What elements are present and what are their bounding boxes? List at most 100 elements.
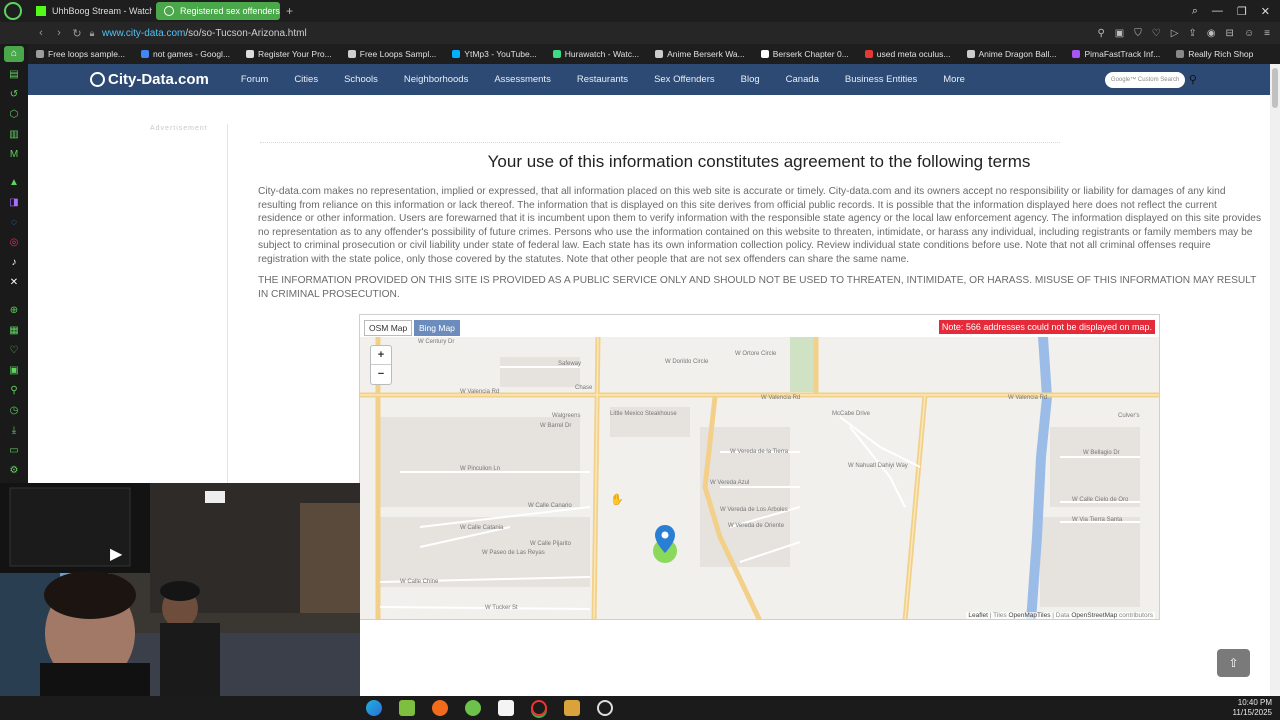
wallet-icon[interactable]: ⊟: [1226, 28, 1234, 39]
sidebar-aria-icon[interactable]: ▲: [7, 176, 21, 190]
nav-more[interactable]: More: [943, 74, 965, 85]
openstreetmap-link[interactable]: OpenStreetMap: [1071, 612, 1117, 619]
sidebar-doc-icon[interactable]: ▭: [7, 444, 21, 458]
bookmark-favicon-icon: [864, 50, 873, 58]
sidebar-download-icon[interactable]: ⤓: [7, 424, 21, 438]
maximize-icon[interactable]: ❐: [1237, 5, 1247, 18]
photos-icon[interactable]: [399, 700, 415, 716]
reload-icon[interactable]: ↻: [68, 27, 86, 40]
bookmark-item[interactable]: not games - Googl...: [141, 49, 230, 59]
back-icon[interactable]: ‹: [32, 27, 50, 39]
bookmark-label: Hurawatch - Watc...: [564, 49, 640, 59]
sidebar-instagram-icon[interactable]: ◎: [7, 236, 21, 250]
nav-forum[interactable]: Forum: [241, 74, 268, 85]
tab-osm-map[interactable]: OSM Map: [364, 320, 413, 336]
column-divider: [227, 124, 228, 484]
nav-canada[interactable]: Canada: [786, 74, 819, 85]
bookmark-item[interactable]: YtMp3 - YouTube...: [452, 49, 537, 59]
street-label: W Barrel Dr: [540, 423, 572, 429]
sidebar-tiktok-icon[interactable]: ♪: [7, 256, 21, 270]
close-window-icon[interactable]: ✕: [1261, 5, 1270, 18]
tab-sex-offenders[interactable]: Registered sex offenders ×: [156, 2, 280, 20]
app-green-icon[interactable]: [465, 700, 481, 716]
share-icon[interactable]: ⇪: [1188, 28, 1196, 39]
bookmark-item[interactable]: used meta oculus...: [864, 49, 951, 59]
search-icon[interactable]: ⚲: [1189, 73, 1197, 86]
bookmark-item[interactable]: Hurawatch - Watc...: [552, 49, 640, 59]
profile-icon[interactable]: ☺: [1244, 28, 1254, 39]
sidebar-wallet-icon[interactable]: ▥: [7, 128, 21, 142]
search-icon[interactable]: ⌕: [1192, 5, 1198, 18]
bookmark-favicon-icon: [246, 50, 255, 58]
opera-gx-icon[interactable]: [531, 700, 547, 716]
nav-blog[interactable]: Blog: [741, 74, 760, 85]
bookmark-item[interactable]: Really Rich Shop: [1176, 49, 1253, 59]
nav-neighborhoods[interactable]: Neighborhoods: [404, 74, 468, 85]
sidebar-cube-icon[interactable]: ⬡: [7, 108, 21, 122]
zoom-in-button[interactable]: +: [371, 346, 391, 365]
tab-stream[interactable]: UhhBoog Stream - Watch ×: [28, 2, 152, 20]
sidebar-box-icon[interactable]: ▣: [7, 364, 21, 378]
screenshot-icon[interactable]: ▣: [1115, 28, 1124, 39]
zoom-out-button[interactable]: −: [371, 365, 391, 384]
system-clock[interactable]: 10:40 PM 11/15/2025: [1233, 698, 1280, 718]
sidebar-home-icon[interactable]: ⌂: [4, 46, 24, 62]
scroll-to-top-button[interactable]: ⇧: [1217, 649, 1250, 677]
bookmark-item[interactable]: PimaFastTrack Inf...: [1072, 49, 1160, 59]
site-search-input[interactable]: Google™ Custom Search: [1104, 71, 1185, 88]
extension-icon[interactable]: ⚲: [1097, 28, 1104, 39]
shield-icon[interactable]: ⛉: [1134, 28, 1142, 39]
new-tab-icon[interactable]: +: [286, 4, 293, 18]
sidebar-m-icon[interactable]: M: [7, 148, 21, 162]
url-field[interactable]: www.city-data.com/so/so-Tucson-Arizona.h…: [102, 28, 307, 39]
leaflet-link[interactable]: Leaflet: [968, 612, 988, 619]
camera-icon[interactable]: ◉: [1207, 28, 1216, 39]
map-note-badge: Note: 566 addresses could not be display…: [938, 320, 1155, 334]
attrib-data: | Data: [1052, 612, 1070, 619]
nav-cities[interactable]: Cities: [294, 74, 318, 85]
notepad-icon[interactable]: [498, 700, 514, 716]
scrollbar-thumb[interactable]: [1272, 68, 1278, 108]
map-tiles: ✋: [360, 337, 1159, 619]
sidebar-twitch-icon[interactable]: ◨: [7, 196, 21, 210]
nav-assessments[interactable]: Assessments: [494, 74, 551, 85]
sidebar-add-icon[interactable]: ⊕: [7, 304, 21, 318]
browser-logo-icon[interactable]: [4, 2, 22, 20]
bookmark-item[interactable]: Free loops sample...: [36, 49, 125, 59]
page-scrollbar[interactable]: [1270, 64, 1280, 696]
sidebar-x-icon[interactable]: ✕: [7, 276, 21, 290]
obs-icon[interactable]: [597, 700, 613, 716]
tab-bing-map[interactable]: Bing Map: [414, 320, 460, 336]
sidebar-news-icon[interactable]: ▤: [7, 68, 21, 82]
bookmark-item[interactable]: Anime Dragon Ball...: [966, 49, 1056, 59]
sidebar-grid-icon[interactable]: ▦: [7, 324, 21, 338]
play-icon[interactable]: ▷: [1171, 28, 1179, 39]
sidebar-history-icon[interactable]: ↺: [7, 88, 21, 102]
bookmark-item[interactable]: Berserk Chapter 0...: [760, 49, 849, 59]
forward-icon[interactable]: ›: [50, 27, 68, 39]
openmaptiles-link[interactable]: OpenMapTiles: [1008, 612, 1050, 619]
map-canvas[interactable]: ✋ W Century Dr W Dorildo Circle W Ortore C…: [360, 337, 1159, 619]
street-label: Little Mexico Steakhouse: [610, 411, 677, 417]
nav-restaurants[interactable]: Restaurants: [577, 74, 628, 85]
nav-sex-offenders[interactable]: Sex Offenders: [654, 74, 715, 85]
bookmark-item[interactable]: Free Loops Sampl...: [347, 49, 436, 59]
site-logo[interactable]: City-Data.com: [90, 71, 209, 88]
minimize-icon[interactable]: —: [1212, 5, 1223, 18]
edge-icon[interactable]: [366, 700, 382, 716]
street-label: Safeway: [558, 361, 582, 367]
sidebar-heart-icon[interactable]: ♡: [7, 344, 21, 358]
sidebar-messenger-icon[interactable]: ◌: [7, 216, 21, 230]
nav-business-entities[interactable]: Business Entities: [845, 74, 917, 85]
nav-schools[interactable]: Schools: [344, 74, 378, 85]
sidebar-settings-icon[interactable]: ⚙: [7, 464, 21, 478]
sidebar-pin-icon[interactable]: ⚲: [7, 384, 21, 398]
bookmark-label: Really Rich Shop: [1188, 49, 1254, 59]
sidebar-clock-icon[interactable]: ◷: [7, 404, 21, 418]
bookmark-item[interactable]: Register Your Pro...: [246, 49, 332, 59]
bookmark-item[interactable]: Anime Berserk Wa...: [655, 49, 745, 59]
flstudio-icon[interactable]: [432, 700, 448, 716]
game-icon[interactable]: [564, 700, 580, 716]
bookmark-heart-icon[interactable]: ♡: [1152, 28, 1161, 39]
menu-icon[interactable]: ≡: [1264, 28, 1270, 39]
